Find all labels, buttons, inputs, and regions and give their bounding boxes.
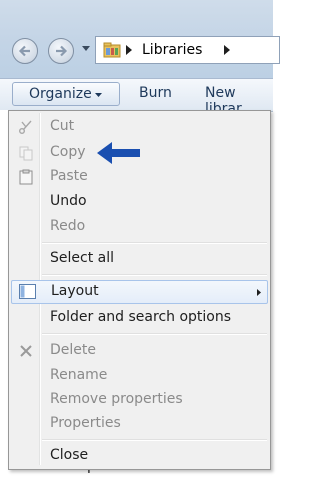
menu-item-folder-options[interactable]: Folder and search options <box>9 306 270 330</box>
menu-item-label: Undo <box>50 193 87 209</box>
menu-item-label: Copy <box>50 144 86 160</box>
menu-item-label: Delete <box>50 342 96 358</box>
address-bar[interactable]: Libraries <box>95 36 280 64</box>
menu-item-label: Folder and search options <box>50 309 232 325</box>
menu-item-label: Redo <box>50 218 86 234</box>
navigation-pane <box>0 110 8 488</box>
scissors-icon <box>19 120 32 134</box>
menu-item-layout[interactable]: Layout <box>11 280 268 304</box>
window-toolbar: Libraries <box>0 0 280 78</box>
menu-item-undo[interactable]: Undo <box>9 190 270 214</box>
copy-icon <box>19 146 33 161</box>
chevron-down-icon <box>95 93 102 97</box>
menu-item-label: Paste <box>50 168 88 184</box>
menu-item-label: Select all <box>50 250 114 266</box>
layout-icon <box>19 284 36 299</box>
organize-label: Organize <box>29 86 92 102</box>
menu-separator <box>42 274 267 276</box>
paste-icon <box>19 169 33 185</box>
forward-arrow-icon <box>56 45 68 57</box>
menu-item-label: Rename <box>50 367 108 383</box>
menu-item-paste[interactable]: Paste <box>9 165 270 189</box>
menu-item-label: Close <box>50 447 89 463</box>
menu-separator <box>42 242 267 244</box>
back-button[interactable] <box>12 38 38 64</box>
menu-item-close[interactable]: Close <box>9 444 270 468</box>
libraries-folder-icon <box>103 42 121 58</box>
menu-item-label: Properties <box>50 415 121 431</box>
forward-button[interactable] <box>48 38 74 64</box>
back-arrow-icon <box>18 45 30 57</box>
menu-item-label: Remove properties <box>50 391 183 407</box>
menu-item-properties[interactable]: Properties <box>9 412 270 436</box>
menu-separator <box>42 439 267 441</box>
menu-item-redo[interactable]: Redo <box>9 215 270 239</box>
command-bar: Organize Burn New librar <box>0 78 273 117</box>
breadcrumb-chevron-icon[interactable] <box>224 45 230 55</box>
organize-button[interactable]: Organize <box>12 82 120 106</box>
recent-pages-dropdown-icon[interactable] <box>82 46 90 52</box>
menu-item-rename[interactable]: Rename <box>9 364 270 388</box>
menu-item-label: Layout <box>51 283 99 299</box>
menu-separator <box>42 333 267 335</box>
menu-item-delete[interactable]: Delete <box>9 339 270 363</box>
menu-item-label: Cut <box>50 118 75 134</box>
menu-item-select-all[interactable]: Select all <box>9 247 270 271</box>
address-location[interactable]: Libraries <box>142 42 202 58</box>
breadcrumb-chevron-icon[interactable] <box>126 45 132 55</box>
menu-item-cut[interactable]: Cut <box>9 115 270 139</box>
pointer-arrow-icon <box>97 142 140 164</box>
submenu-arrow-icon <box>257 289 261 296</box>
menu-item-remove-properties[interactable]: Remove properties <box>9 388 270 412</box>
burn-button[interactable]: Burn <box>139 85 172 101</box>
delete-icon <box>20 345 32 357</box>
